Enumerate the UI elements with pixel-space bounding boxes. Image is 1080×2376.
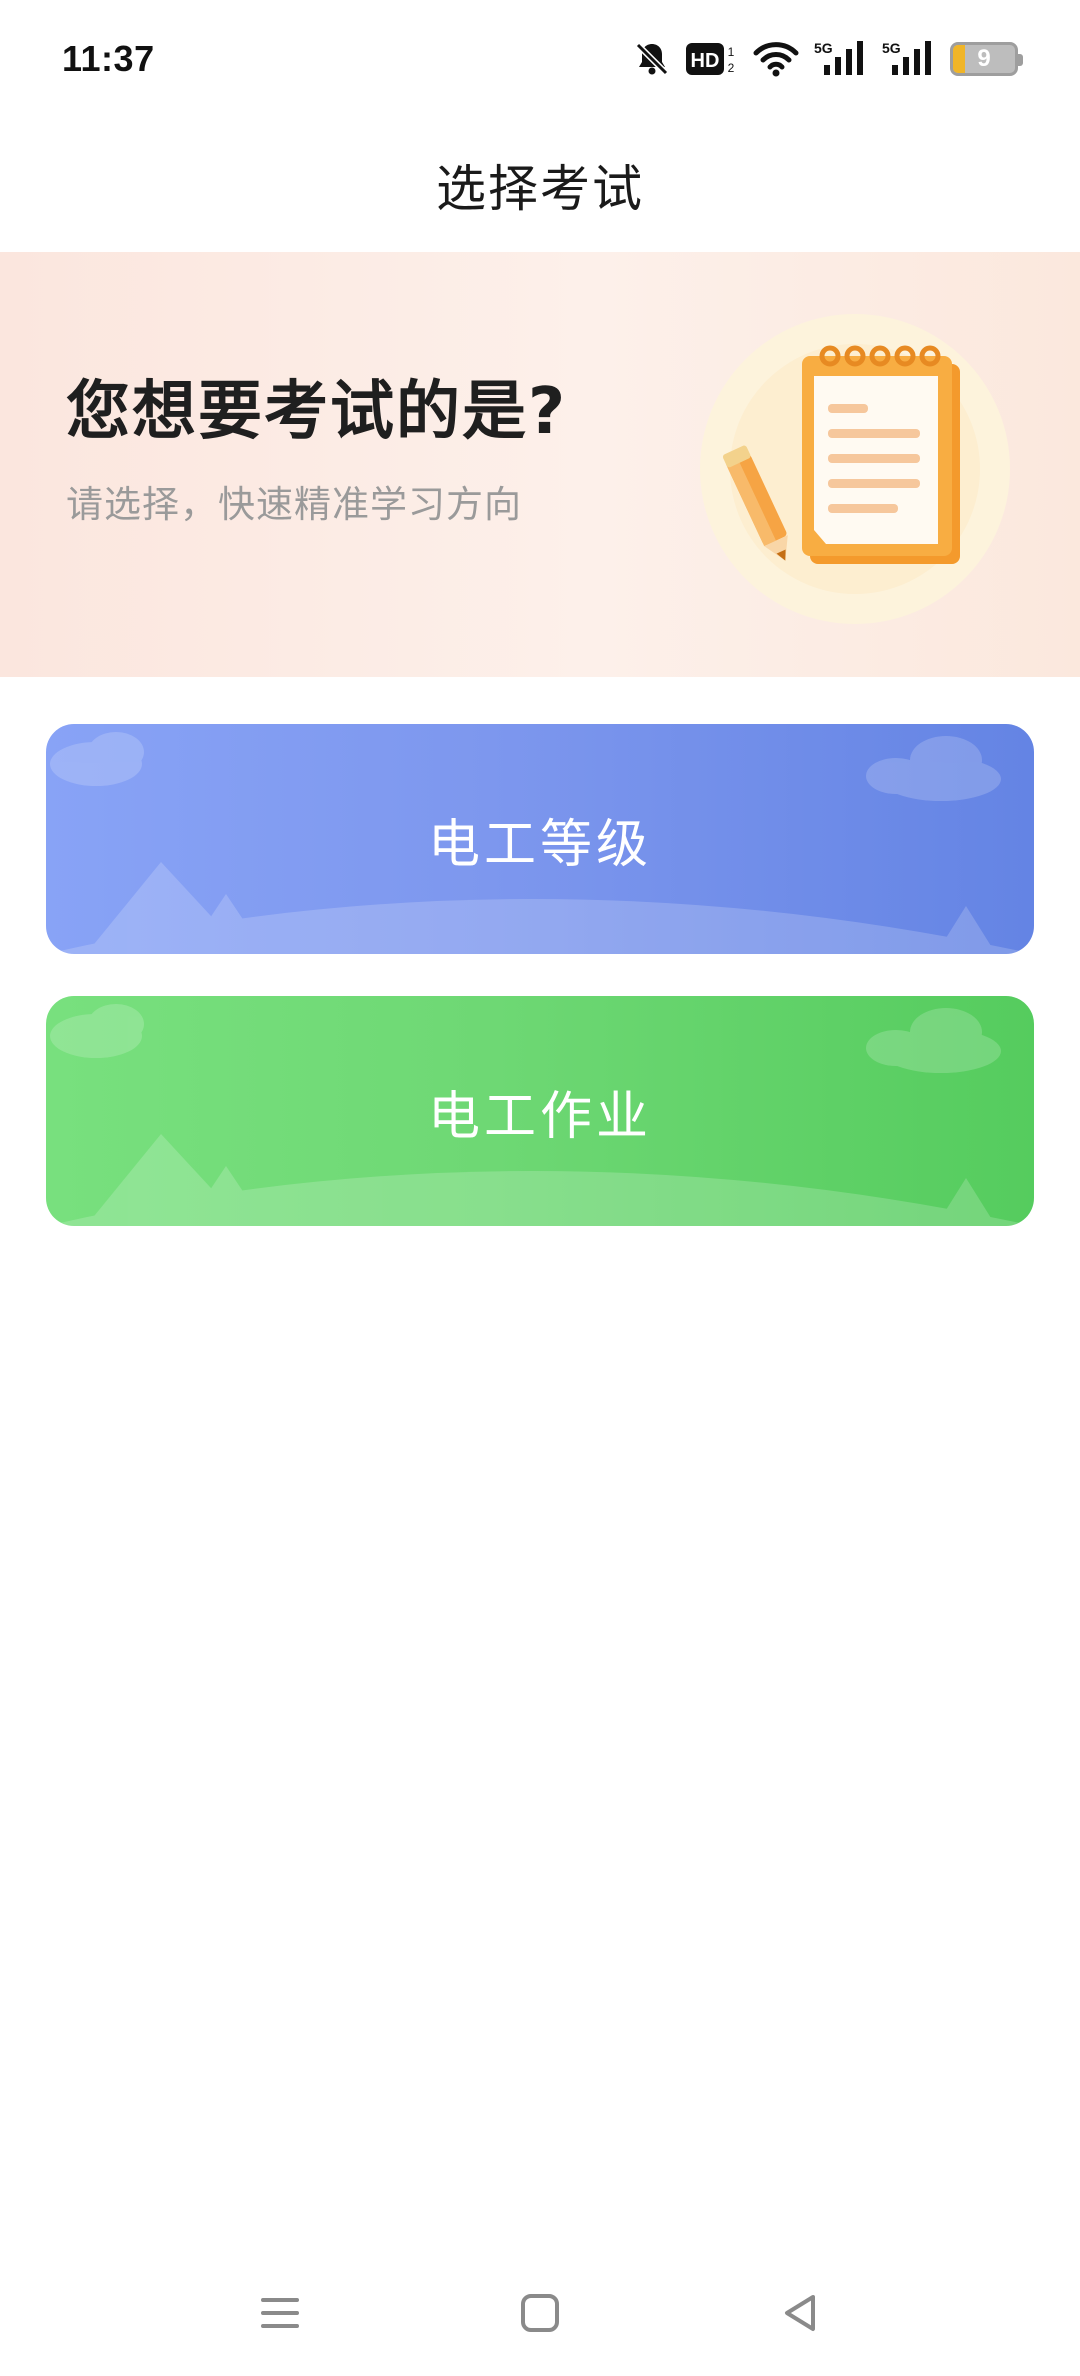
exam-option-label: 电工等级: [427, 814, 652, 875]
hero-subtitle: 请选择，快速精准学习方向: [66, 483, 522, 526]
menu-button[interactable]: [235, 2268, 325, 2358]
page-title: 选择考试: [436, 160, 644, 218]
back-button[interactable]: [755, 2268, 845, 2358]
svg-text:2: 2: [728, 61, 735, 75]
home-icon: [521, 2294, 559, 2332]
exam-option-electrician-operation[interactable]: 电工作业: [46, 996, 1034, 1226]
hd-icon: HD 1 2: [686, 39, 738, 79]
menu-icon: [261, 2298, 299, 2328]
back-icon: [785, 2295, 815, 2331]
network-label: 5G: [814, 40, 833, 56]
exam-option-label: 电工作业: [427, 1086, 652, 1147]
header: 选择考试: [0, 118, 1080, 252]
status-time: 11:37: [62, 38, 155, 79]
signal-icon: 5G: [814, 39, 868, 79]
battery-level: 9: [977, 45, 991, 72]
exam-option-electrician-level[interactable]: 电工等级: [46, 724, 1034, 954]
hero-title: 您想要考试的是?: [66, 375, 568, 449]
home-button[interactable]: [495, 2268, 585, 2358]
notepad-pencil-illustration: [700, 314, 1010, 624]
battery-icon: 9: [950, 42, 1023, 76]
svg-text:1: 1: [728, 45, 735, 59]
network-label: 5G: [882, 40, 901, 56]
status-icons: HD 1 2 5G 5G 9: [632, 39, 1023, 79]
screen: 11:37 HD 1 2 5G 5G 9 选择考试 您想要考试的是? 请选择，快…: [0, 0, 1080, 2376]
hero-banner: 您想要考试的是? 请选择，快速精准学习方向: [0, 252, 1080, 677]
signal-icon: 5G: [882, 39, 936, 79]
system-nav-bar: [0, 2250, 1080, 2376]
status-bar: 11:37 HD 1 2 5G 5G 9: [0, 0, 1080, 118]
bell-off-icon: [632, 39, 672, 79]
wifi-icon: [752, 39, 800, 79]
hd-badge-text: HD: [691, 50, 720, 72]
